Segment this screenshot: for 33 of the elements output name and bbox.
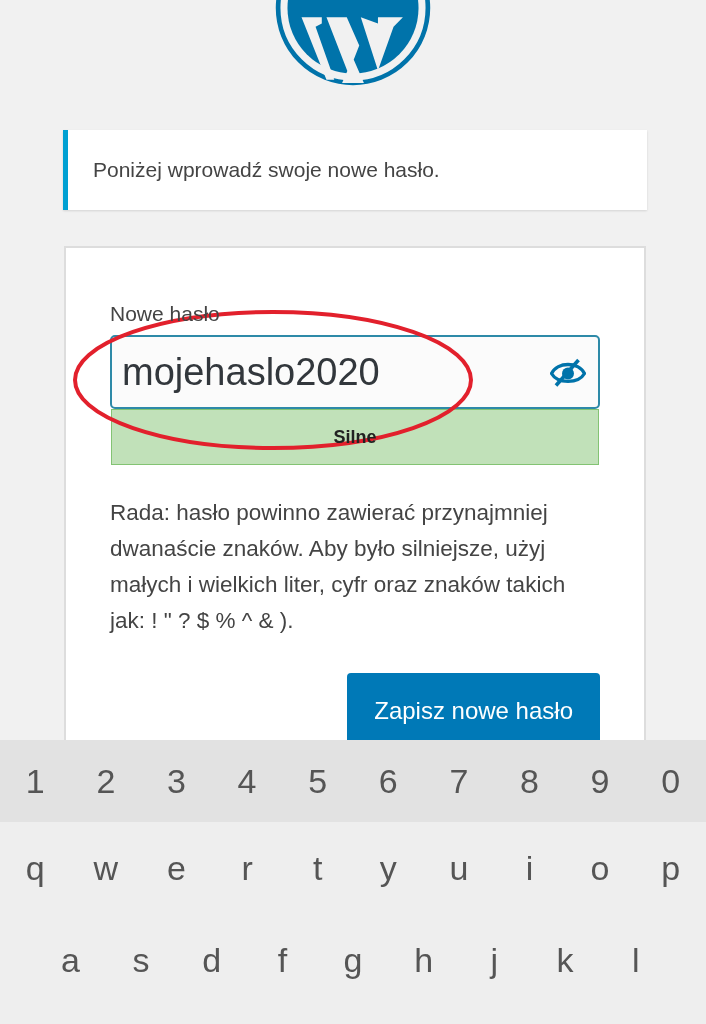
keyboard-key[interactable]: 8: [494, 755, 565, 807]
keyboard-key[interactable]: 3: [141, 755, 212, 807]
keyboard-key[interactable]: s: [105, 934, 177, 986]
keyboard-key[interactable]: w: [70, 842, 142, 894]
eye-slash-icon[interactable]: [550, 357, 586, 387]
keyboard-key[interactable]: h: [388, 934, 460, 986]
password-field[interactable]: mojehaslo2020: [110, 335, 600, 409]
keyboard-key[interactable]: e: [141, 842, 212, 894]
keyboard-key[interactable]: j: [459, 934, 530, 986]
keyboard-key[interactable]: 2: [70, 755, 142, 807]
keyboard-key[interactable]: o: [564, 842, 636, 894]
keyboard-key[interactable]: r: [211, 842, 283, 894]
keyboard-key[interactable]: 7: [423, 755, 495, 807]
keyboard-key[interactable]: i: [494, 842, 565, 894]
notice-message: Poniżej wprowadź swoje nowe hasło.: [63, 130, 647, 210]
keyboard-key[interactable]: d: [176, 934, 247, 986]
keyboard-key[interactable]: y: [352, 842, 424, 894]
keyboard-key[interactable]: 4: [211, 755, 283, 807]
keyboard-key[interactable]: u: [423, 842, 495, 894]
keyboard-key[interactable]: 5: [282, 755, 353, 807]
keyboard-key[interactable]: q: [0, 842, 71, 894]
keyboard-key[interactable]: f: [247, 934, 318, 986]
keyboard-key[interactable]: g: [317, 934, 389, 986]
keyboard-key[interactable]: 9: [564, 755, 636, 807]
keyboard-key[interactable]: l: [600, 934, 672, 986]
hint-text: Rada: hasło powinno zawierać przynajmniej dwanaście znaków. Aby było silniejsze, użyj małych i wielkich liter, cyfr oraz znaków takich jak: ! " ? $ % ^ & ).: [110, 499, 567, 635]
keyboard-key[interactable]: 6: [352, 755, 424, 807]
keyboard-key[interactable]: k: [529, 934, 601, 986]
keyboard-key[interactable]: 0: [635, 755, 706, 807]
keyboard-key[interactable]: t: [282, 842, 353, 894]
keyboard-key[interactable]: p: [635, 842, 706, 894]
keyboard-key[interactable]: a: [35, 934, 106, 986]
keyboard-key[interactable]: 1: [0, 755, 71, 807]
